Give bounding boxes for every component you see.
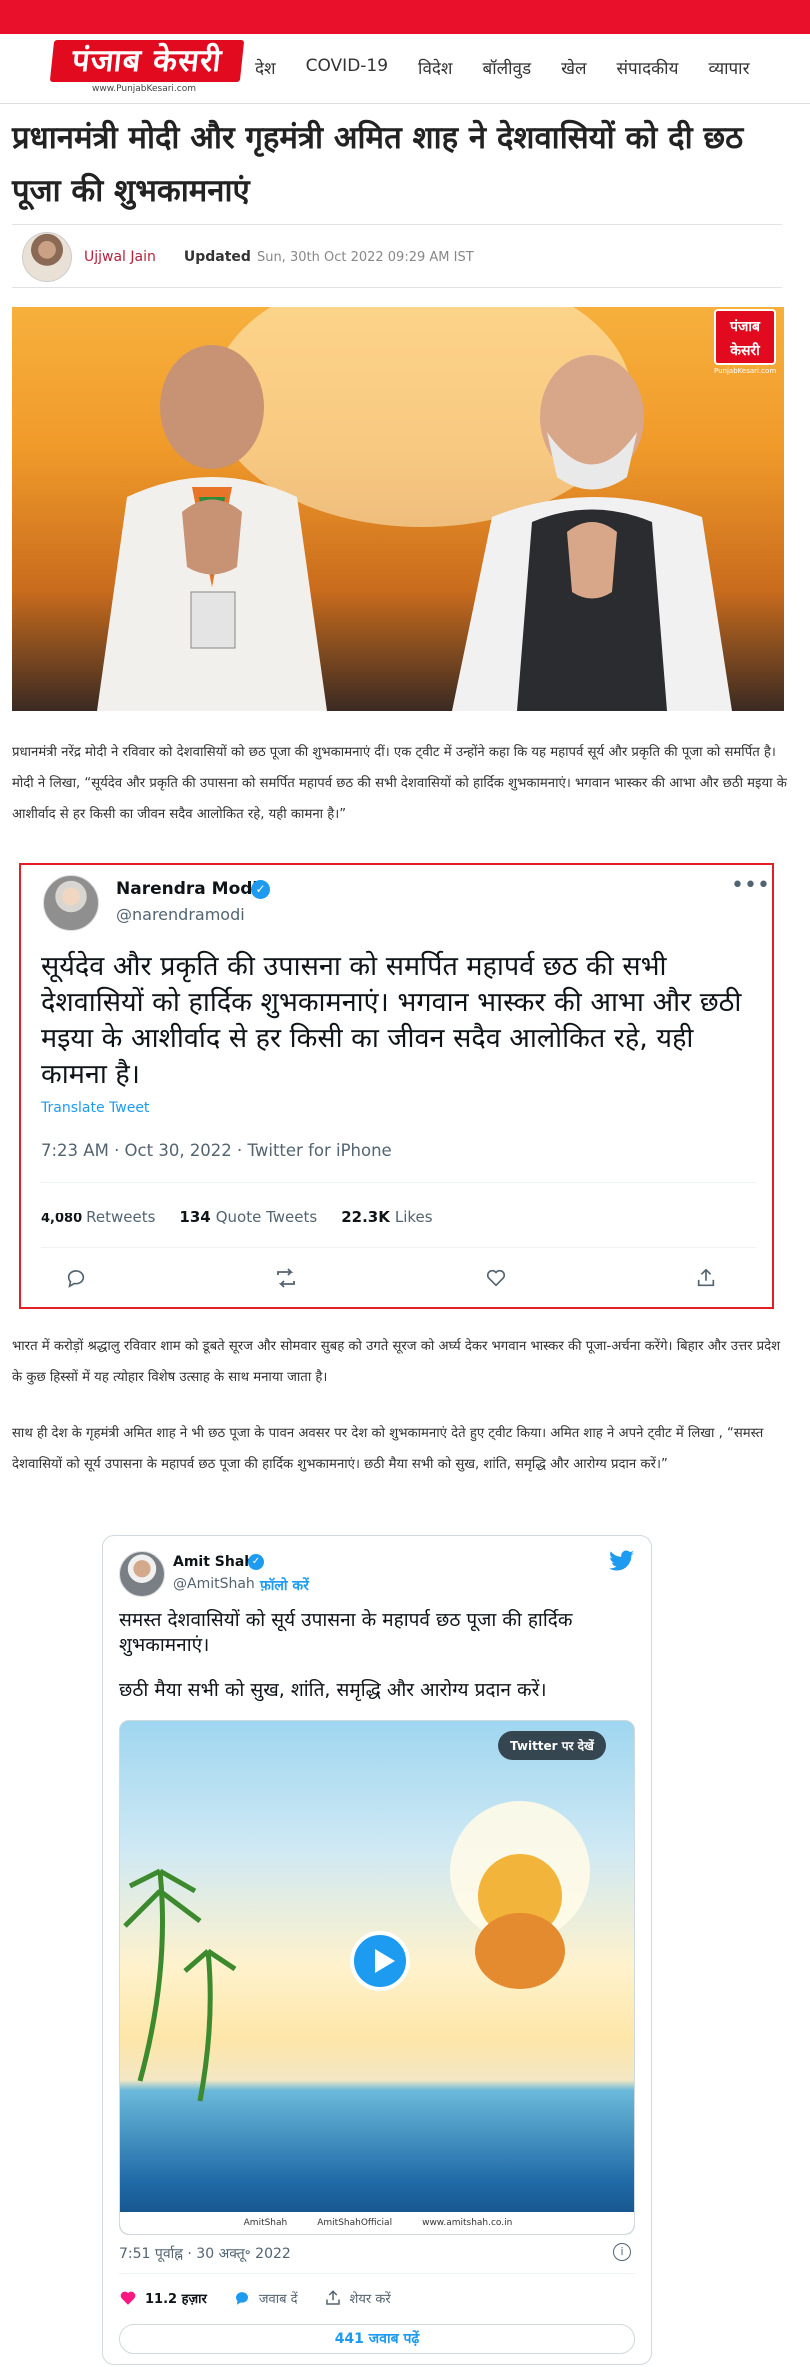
like-count: 11.2 हज़ार — [145, 2292, 207, 2307]
author-avatar[interactable] — [22, 232, 72, 282]
retweet-icon[interactable] — [271, 1263, 301, 1293]
nav-item-covid[interactable]: COVID-19 — [306, 56, 388, 79]
reply-label: जवाब दें — [258, 2292, 298, 2307]
verified-badge-icon: ✓ — [251, 880, 270, 899]
site-logo[interactable]: पंजाब केसरी www.PunjabKesari.com — [49, 40, 245, 96]
tweet-text: सूर्यदेव और प्रकृति की उपासना को समर्पित… — [41, 951, 742, 1090]
likes-count[interactable]: 22.3K — [341, 1208, 390, 1226]
play-button-icon[interactable] — [350, 1931, 410, 1991]
tweet-timestamp[interactable]: 7:51 पूर्वाह्न · 30 अक्तू॰ 2022 — [119, 2244, 291, 2263]
header-divider — [0, 103, 810, 104]
embedded-tweet-modi[interactable]: Narendra Modi ✓ @narendramodi ••• सूर्यद… — [19, 863, 774, 1309]
reply-action[interactable]: जवाब दें — [233, 2289, 298, 2307]
article-paragraph-3: साथ ही देश के गृहमंत्री अमित शाह ने भी छ… — [12, 1426, 764, 1472]
logo-text: पंजाब केसरी — [49, 40, 245, 82]
article-paragraph-1: प्रधानमंत्री नरेंद्र मोदी ने रविवार को द… — [12, 745, 787, 822]
footer-social-handle: AmitShahOfficial — [317, 2218, 393, 2228]
tweet-text-line-1: समस्त देशवासियों को सूर्य उपासना के महाप… — [119, 1609, 573, 1656]
retweets-count[interactable]: 4,080 — [41, 1213, 82, 1227]
like-heart-icon[interactable] — [481, 1263, 511, 1293]
read-replies-button[interactable]: 441 जवाब पढ़ें — [119, 2324, 635, 2354]
reply-icon — [235, 2292, 248, 2305]
tweet-author-handle[interactable]: @narendramodi — [116, 905, 245, 924]
byline-divider — [12, 287, 782, 288]
more-options-icon[interactable]: ••• — [731, 873, 770, 898]
divider — [41, 1182, 756, 1183]
main-nav: देश COVID-19 विदेश बॉलीवुड खेल संपादकीय … — [255, 56, 750, 79]
nav-item-vyapar[interactable]: व्यापार — [708, 56, 749, 79]
article-title: प्रधानमंत्री मोदी और गृहमंत्री अमित शाह … — [12, 120, 744, 209]
badge-url: PunjabKesari.com — [714, 367, 777, 375]
title-divider — [12, 224, 782, 225]
follow-button[interactable]: फ़ॉलो करें — [260, 1576, 309, 1595]
info-icon[interactable]: i — [613, 2243, 631, 2261]
quotes-label[interactable]: Quote Tweets — [216, 1208, 317, 1226]
likes-label[interactable]: Likes — [395, 1208, 433, 1226]
share-action[interactable]: शेयर करें — [324, 2289, 391, 2307]
tweet-avatar[interactable] — [43, 875, 99, 931]
tweet-stats: 4,080 Retweets 134 Quote Tweets 22.3K Li… — [41, 1208, 433, 1227]
person-right-figure — [452, 355, 732, 711]
tweet-text-line-2: छठी मैया सभी को सुख, शांति, समृद्धि और आ… — [119, 1679, 547, 1701]
reply-icon[interactable] — [61, 1263, 91, 1293]
tweet-author-handle[interactable]: @AmitShah — [173, 1576, 255, 1592]
tweet-actions: 11.2 हज़ार जवाब दें शेयर करें — [119, 2289, 391, 2307]
byline: Ujjwal Jain Updated Sun, 30th Oct 2022 0… — [22, 232, 474, 282]
retweets-label[interactable]: Retweets — [86, 1208, 155, 1226]
article-hero-image: पंजाब केसरी PunjabKesari.com — [12, 307, 784, 711]
updated-date: Sun, 30th Oct 2022 09:29 AM IST — [256, 249, 474, 265]
tweet-video-media[interactable]: Twitter पर देखें AmitShah AmitShahOffici… — [119, 1720, 635, 2235]
tweet-author-name[interactable]: Narendra Modi — [116, 879, 258, 899]
tweet-author-name[interactable]: Amit Shah — [173, 1554, 254, 1570]
tweet-actions — [61, 1263, 721, 1293]
image-watermark-badge: पंजाब केसरी PunjabKesari.com — [714, 309, 776, 381]
like-action[interactable]: 11.2 हज़ार — [119, 2289, 207, 2307]
translate-tweet-link[interactable]: Translate Tweet — [41, 1100, 149, 1116]
article-paragraph-2: भारत में करोड़ों श्रद्धालु रविवार शाम को… — [12, 1339, 781, 1385]
site-header: पंजाब केसरी www.PunjabKesari.com देश COV… — [0, 34, 810, 104]
nav-item-sampadkiya[interactable]: संपादकीय — [617, 56, 679, 79]
footer-website: www.amitshah.co.in — [422, 2218, 513, 2228]
share-label: शेयर करें — [349, 2292, 391, 2307]
nav-item-khel[interactable]: खेल — [561, 56, 586, 79]
verified-badge-icon: ✓ — [248, 1554, 264, 1570]
tweet-avatar[interactable] — [119, 1551, 165, 1597]
quotes-count[interactable]: 134 — [179, 1208, 210, 1226]
tweet-timestamp[interactable]: 7:23 AM · Oct 30, 2022 · Twitter for iPh… — [41, 1141, 392, 1160]
top-red-strip — [0, 0, 810, 34]
author-name[interactable]: Ujjwal Jain — [84, 249, 156, 265]
footer-twitter-handle: AmitShah — [243, 2218, 288, 2228]
share-icon — [325, 2290, 340, 2305]
heart-icon — [120, 2291, 136, 2305]
video-footer: AmitShah AmitShahOfficial www.amitshah.c… — [120, 2212, 634, 2234]
watch-on-twitter-button[interactable]: Twitter पर देखें — [498, 1731, 606, 1760]
divider — [119, 2273, 635, 2274]
embedded-tweet-amitshah[interactable]: Amit Shah ✓ @AmitShah फ़ॉलो करें समस्त द… — [102, 1535, 652, 2365]
share-icon[interactable] — [691, 1263, 721, 1293]
updated-label: Updated — [183, 249, 251, 265]
divider — [41, 1247, 756, 1248]
nav-item-bollywood[interactable]: बॉलीवुड — [483, 56, 532, 79]
logo-url: www.PunjabKesari.com — [92, 84, 197, 94]
badge-text: पंजाब केसरी — [714, 309, 776, 365]
twitter-bird-icon[interactable] — [609, 1550, 635, 1572]
nav-item-videsh[interactable]: विदेश — [418, 56, 452, 79]
person-left-figure — [97, 345, 327, 711]
nav-item-desh[interactable]: देश — [255, 56, 276, 79]
